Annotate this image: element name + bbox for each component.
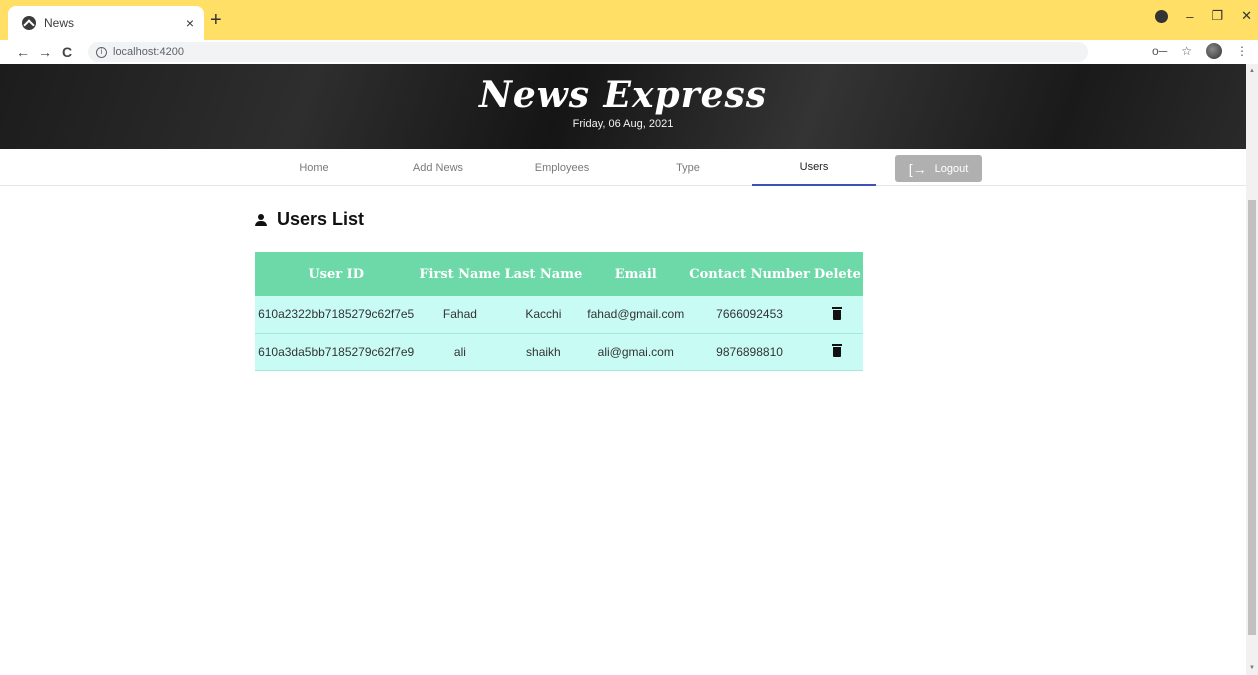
brand-title: News Express (478, 74, 768, 116)
cell-last-name: Kacchi (525, 307, 562, 322)
angular-favicon-icon (22, 16, 36, 30)
back-icon[interactable]: ← (12, 44, 34, 60)
cell-delete (812, 333, 863, 370)
table-header-row: User ID First Name Last Name Email Conta… (255, 252, 863, 296)
logout-button[interactable]: [→ Logout (895, 155, 982, 182)
col-delete: Delete (813, 266, 861, 282)
main-nav: Home Add News Employees Type Users [→ Lo… (0, 149, 1246, 186)
cell-contact: 9876898810 (716, 344, 783, 359)
cell-delete (812, 296, 863, 333)
restore-icon[interactable]: ❐ (1211, 8, 1223, 24)
nav-employees[interactable]: Employees (500, 149, 624, 186)
cell-user-id: 610a2322bb7185279c62f7e5 (258, 307, 415, 322)
browser-toolbar: ← → C i localhost:4200 o─ ☆ ⋮ (0, 40, 1258, 64)
reload-icon[interactable]: C (56, 44, 78, 60)
users-list-title: Users List (277, 209, 365, 229)
header-date: Friday, 06 Aug, 2021 (572, 118, 674, 130)
col-contact-number: Contact Number (689, 266, 810, 282)
scroll-up-icon[interactable]: ▲ (1248, 68, 1256, 74)
browser-menu-icon[interactable]: ⋮ (1236, 44, 1248, 58)
nav-type[interactable]: Type (626, 149, 750, 186)
cell-first-name: ali (453, 344, 466, 359)
cell-contact: 7666092453 (716, 307, 783, 322)
person-icon (255, 213, 267, 226)
users-table: User ID First Name Last Name Email Conta… (255, 252, 863, 371)
table-row: 610a3da5bb7185279c62f7e9 ali shaikh ali@… (255, 333, 863, 370)
section-heading: Users List (255, 209, 863, 230)
delete-trash-icon[interactable] (832, 343, 843, 357)
tab-close-icon[interactable]: × (186, 15, 194, 31)
key-icon[interactable]: o─ (1152, 44, 1167, 58)
cell-first-name: Fahad (442, 307, 477, 322)
page-scrollbar[interactable]: ▲ ▼ (1246, 64, 1258, 675)
scroll-thumb[interactable] (1248, 200, 1256, 635)
toolbar-actions: o─ ☆ ⋮ (1152, 43, 1248, 59)
col-email: Email (614, 266, 657, 282)
url-text: localhost:4200 (113, 46, 184, 58)
forward-icon[interactable]: → (34, 44, 56, 60)
col-user-id: User ID (308, 266, 364, 282)
cell-last-name: shaikh (526, 344, 561, 359)
nav-users[interactable]: Users (752, 149, 876, 186)
new-tab-icon[interactable]: + (210, 10, 222, 30)
page: News Express Friday, 06 Aug, 2021 Home A… (0, 64, 1246, 675)
profile-avatar[interactable] (1206, 43, 1222, 59)
info-icon[interactable]: i (96, 46, 107, 58)
browser-tabstrip: News × + – ❐ ✕ (0, 0, 1258, 40)
cell-email: fahad@gmail.com (587, 307, 685, 322)
extension-icon[interactable] (1155, 9, 1169, 23)
delete-trash-icon[interactable] (832, 306, 843, 320)
address-bar[interactable]: i localhost:4200 (88, 42, 1088, 62)
browser-tab-news[interactable]: News × (8, 6, 204, 40)
scroll-down-icon[interactable]: ▼ (1248, 665, 1256, 671)
cell-user-id: 610a3da5bb7185279c62f7e9 (258, 344, 415, 359)
nav-add-news[interactable]: Add News (376, 149, 500, 186)
table-row: 610a2322bb7185279c62f7e5 Fahad Kacchi fa… (255, 296, 863, 333)
header-banner: News Express Friday, 06 Aug, 2021 (0, 64, 1246, 149)
users-section: Users List User ID First Name Last Name … (255, 209, 863, 371)
window-controls: – ❐ ✕ (1155, 8, 1252, 24)
logout-label: Logout (934, 162, 969, 175)
close-window-icon[interactable]: ✕ (1241, 8, 1252, 24)
star-icon[interactable]: ☆ (1181, 44, 1192, 58)
col-first-name: First Name (419, 266, 501, 282)
minimize-icon[interactable]: – (1186, 9, 1193, 24)
nav-home[interactable]: Home (252, 149, 376, 186)
tab-title: News (44, 16, 75, 30)
logout-icon: [→ (908, 160, 927, 177)
col-last-name: Last Name (504, 266, 583, 282)
cell-email: ali@gmai.com (597, 344, 674, 359)
